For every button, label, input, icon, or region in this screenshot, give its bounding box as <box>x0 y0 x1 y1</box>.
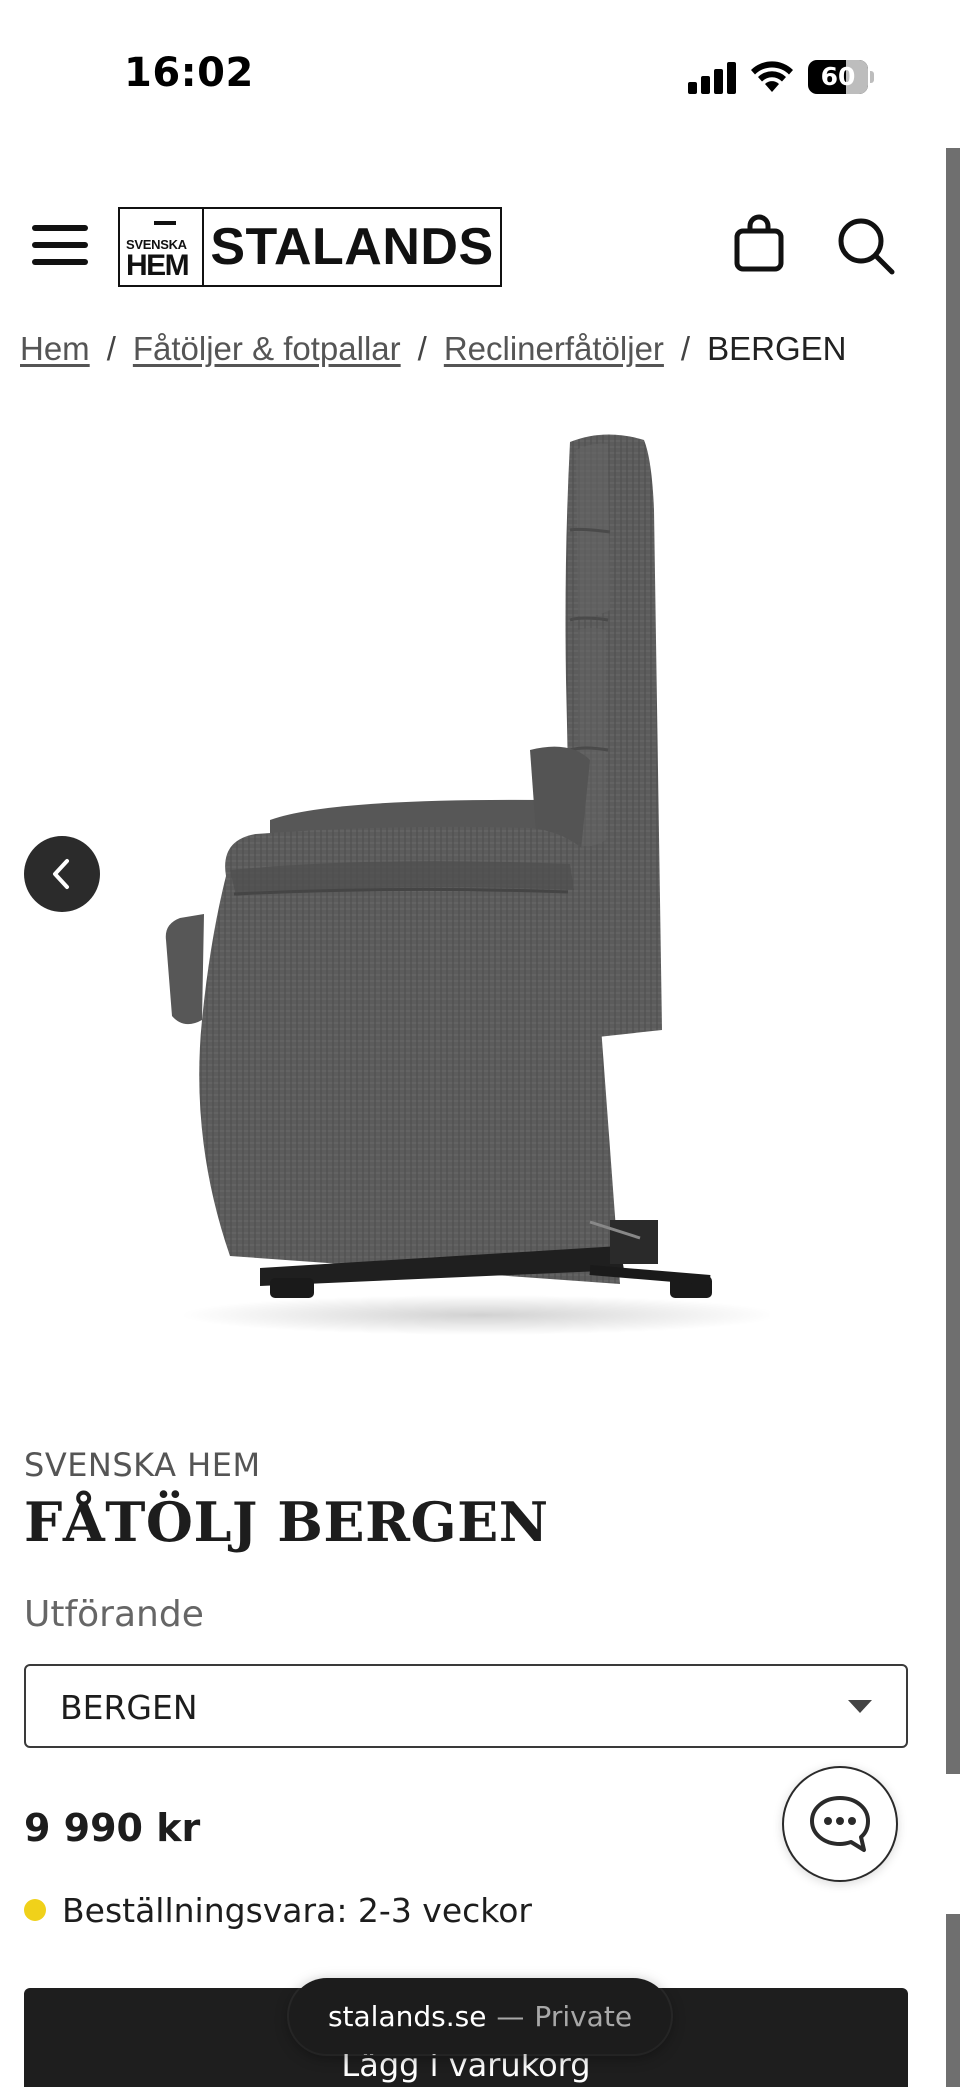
product-price: 9 990 kr <box>24 1806 201 1850</box>
battery-level: 60 <box>820 62 856 91</box>
scrollbar-gap <box>946 1774 960 1914</box>
gallery-prev-button[interactable] <box>24 836 100 912</box>
breadcrumb-separator: / <box>106 330 116 367</box>
breadcrumb-link-recliner[interactable]: Reclinerfåtöljer <box>444 330 664 367</box>
address-separator: — <box>496 1999 525 2033</box>
product-title: FÅTÖLJ BERGEN <box>24 1490 549 1554</box>
shopping-bag-icon[interactable] <box>732 214 786 274</box>
address-private-mode: Private <box>534 1999 633 2033</box>
chat-button[interactable] <box>782 1766 898 1882</box>
breadcrumb-separator: / <box>680 330 691 367</box>
stock-status: Beställningsvara: 2-3 veckor <box>24 1888 532 1932</box>
breadcrumb-link-hem[interactable]: Hem <box>20 330 90 367</box>
status-bar: 16:02 60 <box>0 0 960 150</box>
breadcrumb-current: BERGEN <box>707 330 847 367</box>
product-image[interactable] <box>150 420 780 1340</box>
menu-icon[interactable] <box>32 222 90 266</box>
chevron-down-icon <box>848 1700 872 1713</box>
breadcrumb: Hem / Fåtöljer & fotpallar / Reclinerfåtölje… <box>0 322 946 374</box>
address-host: stalands.se <box>327 1999 487 2033</box>
signal-icon <box>688 62 736 94</box>
variant-selected-value: BERGEN <box>60 1688 198 1727</box>
chevron-left-icon <box>53 859 69 889</box>
stock-status-dot <box>24 1899 46 1921</box>
browser-address-bar[interactable]: stalands.se — Private <box>289 1978 671 2054</box>
chat-bubble-icon <box>810 1796 870 1852</box>
site-logo[interactable]: SVENSKA HEM STALANDS <box>118 207 502 287</box>
site-header: SVENSKA HEM STALANDS <box>0 190 946 300</box>
battery-icon: 60 <box>808 60 874 94</box>
logo-mark: SVENSKA HEM <box>120 209 204 285</box>
variant-select[interactable]: BERGEN <box>24 1664 908 1748</box>
breadcrumb-separator: / <box>417 330 427 367</box>
logo-hem-text: HEM <box>126 249 190 282</box>
wifi-icon <box>750 58 794 94</box>
stock-status-text: Beställningsvara: 2-3 veckor <box>62 1890 532 1930</box>
product-brand[interactable]: SVENSKA HEM <box>24 1446 261 1484</box>
search-icon[interactable] <box>834 214 898 278</box>
logo-name: STALANDS <box>210 218 494 276</box>
variant-label: Utförande <box>24 1594 204 1635</box>
breadcrumb-link-fatoljer[interactable]: Fåtöljer & fotpallar <box>133 330 401 367</box>
status-time: 16:02 <box>124 50 254 96</box>
